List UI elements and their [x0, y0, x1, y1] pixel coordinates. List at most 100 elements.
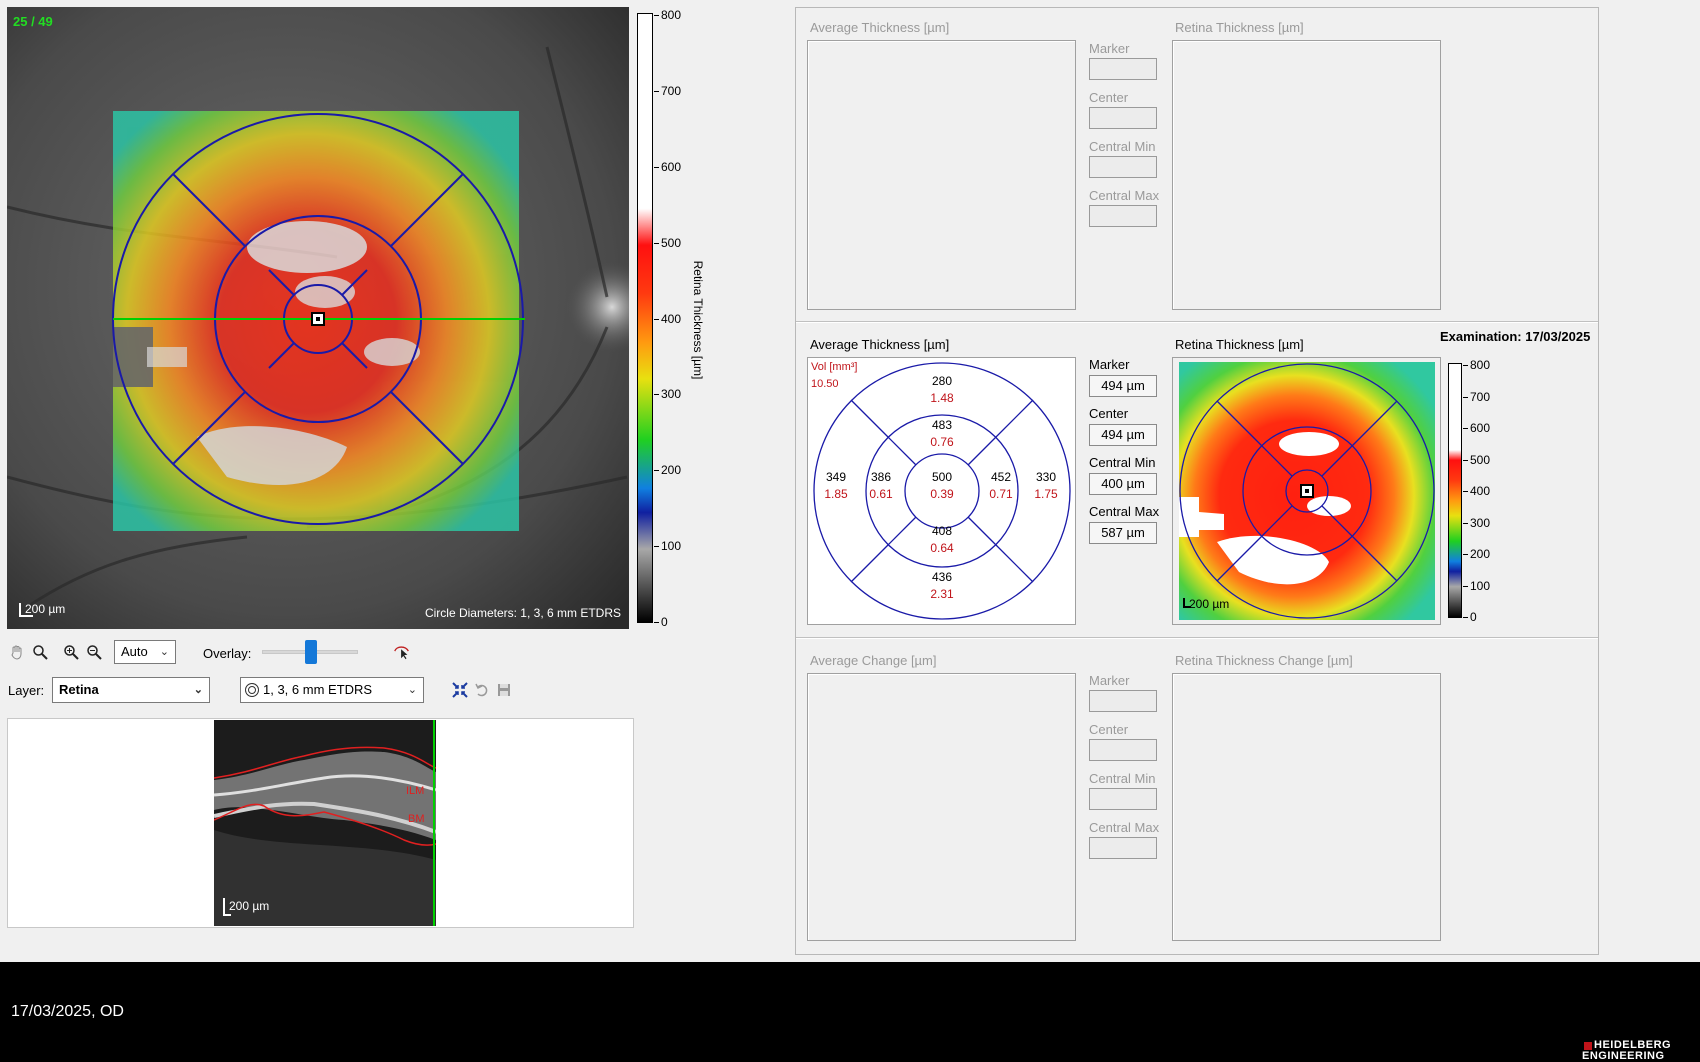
top-marker-field — [1089, 58, 1157, 80]
mid-colorbar-tick-mark — [1463, 396, 1468, 398]
mid-colorbar-tick-mark — [1463, 554, 1468, 555]
fundus-colorbar-tick-mark — [654, 546, 659, 548]
grid-select-value: 1, 3, 6 mm ETDRS — [263, 682, 373, 697]
zoom-select-value: Auto — [121, 644, 148, 659]
examination-date: Examination: 17/03/2025 — [1440, 329, 1591, 344]
mid-cmax-field: 587 µm — [1089, 522, 1157, 544]
fundus-colorbar — [637, 13, 653, 623]
bottom-avg-title: Average Change [µm] — [810, 653, 937, 668]
mid-center-label: Center — [1089, 406, 1129, 421]
fundus-colorbar-tick-mark — [654, 470, 659, 472]
mid-center-field: 494 µm — [1089, 424, 1157, 446]
grid-select[interactable]: 1, 3, 6 mm ETDRS ⌄ — [240, 677, 424, 703]
mid-colorbar-tick-mark — [1463, 617, 1468, 618]
etdrs-grid-icon — [245, 683, 259, 697]
mid-marker-field: 494 µm — [1089, 375, 1157, 397]
center-fovea-icon[interactable] — [451, 681, 469, 699]
etdrs-superior-outer-volume: 1.48 — [930, 391, 954, 405]
mid-colorbar-tick-mark — [1463, 522, 1468, 524]
fundus-image — [7, 7, 629, 629]
fundus-colorbar-tick: 500 — [661, 235, 682, 250]
bottom-center-label: Center — [1089, 722, 1129, 737]
magnifier-icon[interactable] — [31, 643, 49, 661]
top-retina-title: Retina Thickness [µm] — [1175, 20, 1304, 35]
mid-colorbar-tick-mark — [1463, 459, 1468, 461]
fundus-colorbar-tick: 400 — [661, 311, 682, 326]
etdrs-inferior-outer-volume: 2.31 — [930, 587, 954, 601]
bottom-cmin-field — [1089, 788, 1157, 810]
bscan-image — [214, 720, 436, 926]
volume-value: 10.50 — [811, 378, 839, 390]
bottom-retina-title: Retina Thickness Change [µm] — [1175, 653, 1353, 668]
fundus-colorbar-tick-mark — [654, 242, 659, 244]
zoom-in-icon[interactable] — [62, 643, 80, 661]
fundus-colorbar-tick: 100 — [661, 539, 682, 554]
etdrs-nasal-outer-volume: 1.75 — [1034, 487, 1058, 501]
etdrs-inferior-inner-volume: 0.64 — [930, 541, 954, 555]
etdrs-superior-outer-thickness: 280 — [931, 374, 953, 388]
fundus-colorbar-tick-mark — [654, 90, 659, 92]
mid-colorbar-tick: 0 — [1470, 610, 1477, 624]
layer-select[interactable]: Retina ⌄ — [52, 677, 210, 703]
fundus-colorbar-title: Retina Thickness [µm] — [691, 260, 705, 380]
fundus-colorbar-tick-mark — [654, 166, 659, 168]
fundus-colorbar-tick-mark — [654, 394, 659, 396]
etdrs-chart[interactable]: Vol [mm³] 10.50 280 1.48 483 0.76 349 1.85 386… — [807, 357, 1076, 625]
chevron-down-icon: ⌄ — [193, 684, 203, 696]
overlay-label: Overlay: — [203, 646, 252, 661]
bottom-cmin-label: Central Min — [1089, 771, 1156, 786]
etdrs-inferior-inner-thickness: 408 — [931, 524, 953, 538]
mid-colorbar-tick: 700 — [1470, 389, 1491, 404]
bscan-viewer[interactable]: ILM BM 200 µm — [7, 718, 634, 928]
etdrs-superior-inner-thickness: 483 — [931, 418, 953, 432]
bottom-marker-label: Marker — [1089, 673, 1130, 688]
fundus-colorbar-tick: 600 — [661, 159, 682, 174]
volume-label: Vol [mm³] — [811, 361, 858, 373]
fundus-colorbar-tick: 700 — [661, 83, 682, 98]
mid-colorbar-tick: 100 — [1470, 578, 1491, 593]
logo-mark — [1584, 1042, 1592, 1050]
etdrs-center-volume: 0.39 — [930, 487, 954, 501]
chevron-down-icon: ⌄ — [159, 646, 169, 658]
bottom-retina-plot — [1172, 673, 1441, 941]
etdrs-temporal-inner-thickness: 386 — [870, 470, 892, 484]
overlay-slider-thumb[interactable] — [305, 640, 317, 664]
mid-colorbar-tick: 500 — [1470, 452, 1491, 467]
mid-colorbar-tick: 300 — [1470, 515, 1491, 530]
pan-hand-icon[interactable] — [8, 643, 26, 661]
etdrs-temporal-outer-volume: 1.85 — [824, 487, 848, 501]
etdrs-nasal-inner-volume: 0.71 — [989, 487, 1013, 501]
panel-divider-2 — [796, 637, 1598, 639]
fundus-scale-label: 200 µm — [25, 602, 66, 616]
chevron-down-icon: ⌄ — [407, 684, 417, 696]
fundus-viewer[interactable]: 25 / 49 200 µm Circle Diameters: 1, 3, 6… — [7, 7, 629, 629]
cursor-sync-icon[interactable] — [393, 643, 411, 661]
top-avg-plot — [807, 40, 1076, 310]
zoom-out-icon[interactable] — [85, 643, 103, 661]
mid-cmin-label: Central Min — [1089, 455, 1156, 470]
mid-colorbar-tick: 800 — [1470, 358, 1491, 372]
top-center-field — [1089, 107, 1157, 129]
etdrs-superior-inner-volume: 0.76 — [930, 435, 954, 449]
etdrs-temporal-outer-thickness: 349 — [825, 470, 847, 484]
fundus-colorbar-tick: 300 — [661, 387, 682, 402]
etdrs-nasal-inner-thickness: 452 — [990, 470, 1012, 484]
overlay-slider[interactable] — [262, 640, 358, 664]
top-cmax-label: Central Max — [1089, 188, 1160, 203]
bm-label: BM — [408, 813, 425, 825]
undo-icon[interactable] — [473, 681, 491, 699]
fundus-colorbar-tick-mark — [654, 622, 659, 623]
fundus-colorbar-tick: 800 — [661, 8, 682, 22]
circle-diameters-label: Circle Diameters: 1, 3, 6 mm ETDRS — [424, 606, 621, 620]
brand-line2: ENGINEERING — [1582, 1050, 1665, 1062]
panel-divider-1 — [796, 321, 1598, 323]
save-icon[interactable] — [495, 681, 513, 699]
thickness-heatmap — [1179, 362, 1435, 620]
top-cmax-field — [1089, 205, 1157, 227]
heidelberg-logo: HEIDELBERG ENGINEERING — [1582, 1040, 1698, 1062]
bottom-cmax-label: Central Max — [1089, 820, 1160, 835]
bottom-avg-plot — [807, 673, 1076, 941]
mid-avg-title: Average Thickness [µm] — [810, 337, 950, 352]
retina-thickness-map[interactable]: 200 µm — [1172, 357, 1441, 625]
zoom-select[interactable]: Auto ⌄ — [114, 640, 176, 664]
